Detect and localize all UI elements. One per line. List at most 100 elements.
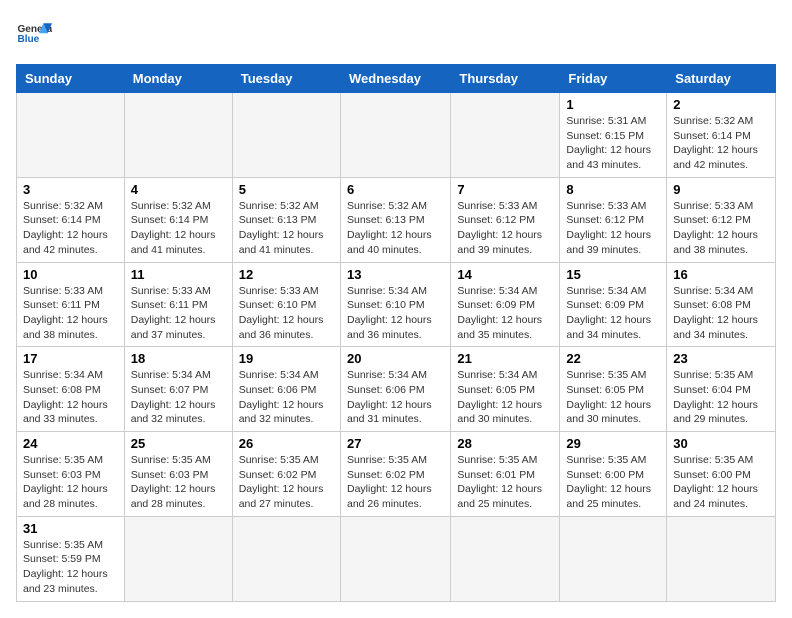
day-cell: 2 Sunrise: 5:32 AM Sunset: 6:14 PM Daylig…: [667, 93, 776, 178]
day-cell: [451, 93, 560, 178]
day-cell: 7 Sunrise: 5:33 AM Sunset: 6:12 PM Daylig…: [451, 177, 560, 262]
day-number: 14: [457, 267, 553, 282]
day-info: Sunrise: 5:35 AM Sunset: 6:02 PM Dayligh…: [239, 453, 334, 512]
day-info: Sunrise: 5:34 AM Sunset: 6:09 PM Dayligh…: [566, 284, 660, 343]
day-cell: 30 Sunrise: 5:35 AM Sunset: 6:00 PM Dayli…: [667, 432, 776, 517]
day-number: 2: [673, 97, 769, 112]
day-info: Sunrise: 5:34 AM Sunset: 6:06 PM Dayligh…: [239, 368, 334, 427]
col-header-thursday: Thursday: [451, 65, 560, 93]
col-header-friday: Friday: [560, 65, 667, 93]
day-cell: [667, 516, 776, 601]
day-cell: 27 Sunrise: 5:35 AM Sunset: 6:02 PM Dayli…: [340, 432, 450, 517]
day-cell: 9Sunrise: 5:33 AM Sunset: 6:12 PM Daylig…: [667, 177, 776, 262]
week-row-5: 24 Sunrise: 5:35 AM Sunset: 6:03 PM Dayli…: [17, 432, 776, 517]
day-cell: [232, 516, 340, 601]
day-info: Sunrise: 5:34 AM Sunset: 6:10 PM Dayligh…: [347, 284, 444, 343]
header-row: SundayMondayTuesdayWednesdayThursdayFrid…: [17, 65, 776, 93]
day-number: 16: [673, 267, 769, 282]
col-header-wednesday: Wednesday: [340, 65, 450, 93]
day-info: Sunrise: 5:35 AM Sunset: 6:03 PM Dayligh…: [23, 453, 118, 512]
week-row-6: 31 Sunrise: 5:35 AM Sunset: 5:59 PM Dayli…: [17, 516, 776, 601]
day-info: Sunrise: 5:32 AM Sunset: 6:13 PM Dayligh…: [347, 199, 444, 258]
day-cell: [560, 516, 667, 601]
day-info: Sunrise: 5:35 AM Sunset: 5:59 PM Dayligh…: [23, 538, 118, 597]
day-cell: 20Sunrise: 5:34 AM Sunset: 6:06 PM Dayli…: [340, 347, 450, 432]
day-cell: 19 Sunrise: 5:34 AM Sunset: 6:06 PM Dayli…: [232, 347, 340, 432]
logo: General Blue: [16, 16, 52, 52]
day-number: 19: [239, 351, 334, 366]
day-cell: 28 Sunrise: 5:35 AM Sunset: 6:01 PM Dayli…: [451, 432, 560, 517]
day-number: 27: [347, 436, 444, 451]
day-cell: 13 Sunrise: 5:34 AM Sunset: 6:10 PM Dayli…: [340, 262, 450, 347]
day-info: Sunrise: 5:33 AM Sunset: 6:12 PM Dayligh…: [566, 199, 660, 258]
col-header-tuesday: Tuesday: [232, 65, 340, 93]
day-cell: 26Sunrise: 5:35 AM Sunset: 6:02 PM Dayli…: [232, 432, 340, 517]
day-number: 23: [673, 351, 769, 366]
day-number: 4: [131, 182, 226, 197]
day-cell: [451, 516, 560, 601]
day-number: 7: [457, 182, 553, 197]
day-cell: [124, 93, 232, 178]
day-cell: 6 Sunrise: 5:32 AM Sunset: 6:13 PM Daylig…: [340, 177, 450, 262]
day-number: 25: [131, 436, 226, 451]
day-cell: 8 Sunrise: 5:33 AM Sunset: 6:12 PM Daylig…: [560, 177, 667, 262]
week-row-4: 17 Sunrise: 5:34 AM Sunset: 6:08 PM Dayli…: [17, 347, 776, 432]
day-number: 29: [566, 436, 660, 451]
day-number: 15: [566, 267, 660, 282]
day-info: Sunrise: 5:35 AM Sunset: 6:01 PM Dayligh…: [457, 453, 553, 512]
day-info: Sunrise: 5:34 AM Sunset: 6:08 PM Dayligh…: [23, 368, 118, 427]
day-info: Sunrise: 5:33 AM Sunset: 6:11 PM Dayligh…: [23, 284, 118, 343]
day-info: Sunrise: 5:35 AM Sunset: 6:00 PM Dayligh…: [673, 453, 769, 512]
day-number: 1: [566, 97, 660, 112]
day-cell: 4 Sunrise: 5:32 AM Sunset: 6:14 PM Daylig…: [124, 177, 232, 262]
day-info: Sunrise: 5:34 AM Sunset: 6:07 PM Dayligh…: [131, 368, 226, 427]
day-info: Sunrise: 5:32 AM Sunset: 6:13 PM Dayligh…: [239, 199, 334, 258]
day-info: Sunrise: 5:32 AM Sunset: 6:14 PM Dayligh…: [131, 199, 226, 258]
day-cell: 14Sunrise: 5:34 AM Sunset: 6:09 PM Dayli…: [451, 262, 560, 347]
day-info: Sunrise: 5:35 AM Sunset: 6:04 PM Dayligh…: [673, 368, 769, 427]
day-number: 31: [23, 521, 118, 536]
day-number: 21: [457, 351, 553, 366]
day-cell: 18 Sunrise: 5:34 AM Sunset: 6:07 PM Dayli…: [124, 347, 232, 432]
day-cell: 10Sunrise: 5:33 AM Sunset: 6:11 PM Dayli…: [17, 262, 125, 347]
day-number: 17: [23, 351, 118, 366]
day-cell: 25 Sunrise: 5:35 AM Sunset: 6:03 PM Dayli…: [124, 432, 232, 517]
col-header-saturday: Saturday: [667, 65, 776, 93]
col-header-monday: Monday: [124, 65, 232, 93]
day-info: Sunrise: 5:35 AM Sunset: 6:05 PM Dayligh…: [566, 368, 660, 427]
day-info: Sunrise: 5:35 AM Sunset: 6:00 PM Dayligh…: [566, 453, 660, 512]
day-number: 18: [131, 351, 226, 366]
day-number: 22: [566, 351, 660, 366]
day-info: Sunrise: 5:32 AM Sunset: 6:14 PM Dayligh…: [23, 199, 118, 258]
day-cell: 22 Sunrise: 5:35 AM Sunset: 6:05 PM Dayli…: [560, 347, 667, 432]
day-number: 30: [673, 436, 769, 451]
svg-text:Blue: Blue: [17, 34, 39, 45]
day-info: Sunrise: 5:33 AM Sunset: 6:11 PM Dayligh…: [131, 284, 226, 343]
day-number: 8: [566, 182, 660, 197]
day-info: Sunrise: 5:35 AM Sunset: 6:02 PM Dayligh…: [347, 453, 444, 512]
day-info: Sunrise: 5:33 AM Sunset: 6:10 PM Dayligh…: [239, 284, 334, 343]
day-info: Sunrise: 5:32 AM Sunset: 6:14 PM Dayligh…: [673, 114, 769, 173]
day-info: Sunrise: 5:33 AM Sunset: 6:12 PM Dayligh…: [673, 199, 769, 258]
day-cell: [232, 93, 340, 178]
day-info: Sunrise: 5:34 AM Sunset: 6:06 PM Dayligh…: [347, 368, 444, 427]
week-row-1: 1Sunrise: 5:31 AM Sunset: 6:15 PM Daylig…: [17, 93, 776, 178]
day-cell: 12 Sunrise: 5:33 AM Sunset: 6:10 PM Dayli…: [232, 262, 340, 347]
day-cell: 31 Sunrise: 5:35 AM Sunset: 5:59 PM Dayli…: [17, 516, 125, 601]
day-number: 24: [23, 436, 118, 451]
week-row-3: 10Sunrise: 5:33 AM Sunset: 6:11 PM Dayli…: [17, 262, 776, 347]
day-number: 28: [457, 436, 553, 451]
day-info: Sunrise: 5:34 AM Sunset: 6:08 PM Dayligh…: [673, 284, 769, 343]
day-number: 5: [239, 182, 334, 197]
day-info: Sunrise: 5:35 AM Sunset: 6:03 PM Dayligh…: [131, 453, 226, 512]
day-cell: [124, 516, 232, 601]
day-number: 11: [131, 267, 226, 282]
day-number: 6: [347, 182, 444, 197]
day-number: 13: [347, 267, 444, 282]
day-info: Sunrise: 5:33 AM Sunset: 6:12 PM Dayligh…: [457, 199, 553, 258]
day-number: 12: [239, 267, 334, 282]
day-cell: 15 Sunrise: 5:34 AM Sunset: 6:09 PM Dayli…: [560, 262, 667, 347]
day-cell: 3Sunrise: 5:32 AM Sunset: 6:14 PM Daylig…: [17, 177, 125, 262]
day-cell: 16 Sunrise: 5:34 AM Sunset: 6:08 PM Dayli…: [667, 262, 776, 347]
day-cell: 21Sunrise: 5:34 AM Sunset: 6:05 PM Dayli…: [451, 347, 560, 432]
